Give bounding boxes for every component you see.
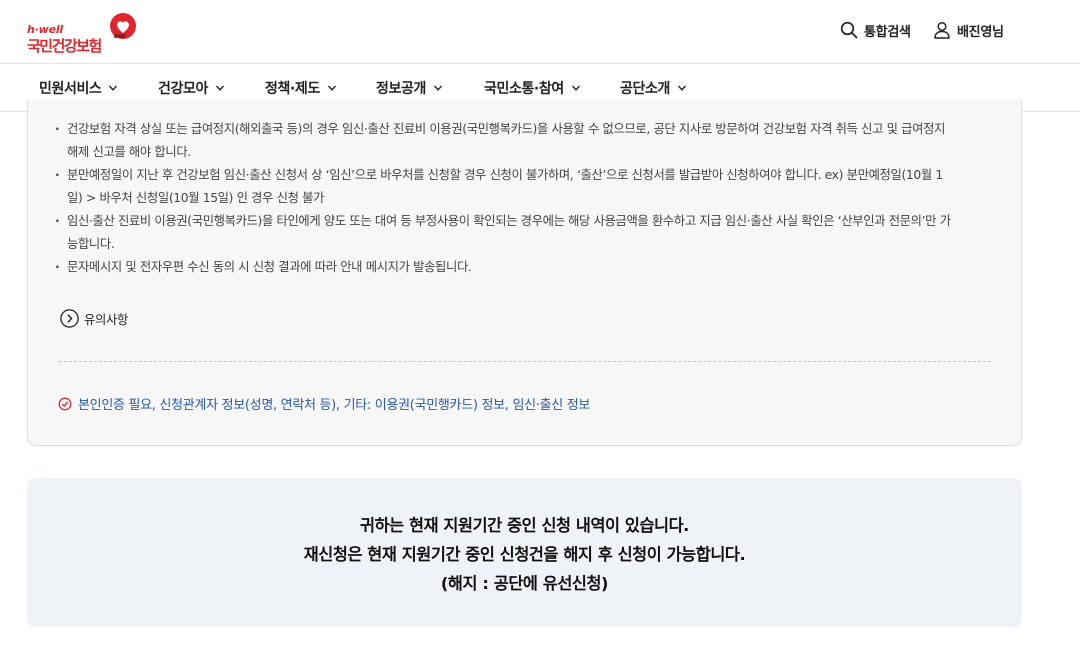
application-status-alert: 귀하는 현재 지원기간 중인 신청 내역이 있습니다. 재신청은 현재 지원기간… [27, 478, 1022, 627]
notice-text: 건강보험 자격 상실 또는 급여정지(해외출국 등)의 경우 임신·출산 진료비… [67, 122, 946, 136]
notice-text: 일) > 바우처 신청일(10월 15일) 인 경우 신청 불가 [67, 191, 325, 205]
notice-text: 문자메시지 및 전자우편 수신 동의 시 신청 결과에 따라 안내 메시지가 발… [67, 260, 472, 274]
logo-name-text: 국민건강보험 [27, 37, 102, 55]
chevron-down-icon [571, 85, 580, 91]
divider [59, 361, 991, 362]
alert-message-line: 귀하는 현재 지원기간 중인 신청 내역이 있습니다. [360, 516, 689, 535]
requirements-text: 본인인증 필요, 신청관계자 정보(성명, 연락처 등), 기타: 이용권(국민… [78, 398, 591, 413]
gnb-item-label: 정책·제도 [265, 80, 320, 97]
chevron-down-icon [677, 85, 686, 91]
list-item: 문자메시지 및 전자우편 수신 동의 시 신청 결과에 따라 안내 메시지가 발… [55, 256, 995, 279]
notice-text: 능합니다. [67, 237, 115, 251]
chevron-down-icon [109, 85, 118, 91]
list-item: 분만예정일이 지난 후 건강보험 임신·출산 신청서 상 ‘임신’으로 바우처를… [55, 164, 995, 210]
gnb-item-label: 민원서비스 [39, 80, 102, 97]
integrated-search-button[interactable]: 통합검색 [840, 20, 911, 40]
notice-text: 분만예정일이 지난 후 건강보험 임신·출산 신청서 상 ‘임신’으로 바우처를… [67, 168, 943, 182]
site-logo[interactable]: h·well 국민건강보험 [27, 12, 142, 56]
user-name: 배진영님 [957, 24, 1004, 40]
user-menu-button[interactable]: 배진영님 [933, 20, 1004, 40]
gnb-item-label: 국민소통·참여 [484, 80, 564, 97]
search-icon [840, 21, 858, 39]
notice-text: 임신·출산 진료비 이용권(국민행복카드)을 타인에게 양도 또는 대여 등 부… [67, 214, 951, 228]
requirements-info: 본인인증 필요, 신청관계자 정보(성명, 연락처 등), 기타: 이용권(국민… [58, 394, 590, 413]
chevron-down-icon [433, 85, 442, 91]
gnb-item-label: 정보공개 [376, 80, 426, 97]
top-header: h·well 국민건강보험 통합검색 배진영님 [0, 0, 1080, 64]
notice-list: 건강보험 자격 상실 또는 급여정지(해외출국 등)의 경우 임신·출산 진료비… [55, 118, 995, 279]
alert-message-line: 재신청은 현재 지원기간 중인 신청건을 해지 후 신청이 가능합니다. [303, 545, 746, 564]
alert-message-line: (해지 : 공단에 유선신청) [440, 574, 609, 593]
list-item: 임신·출산 진료비 이용권(국민행복카드)을 타인에게 양도 또는 대여 등 부… [55, 210, 995, 256]
gnb-item-label: 건강모아 [158, 80, 208, 97]
chevron-down-icon [215, 85, 224, 91]
notice-text: 해제 신고를 해야 합니다. [67, 145, 191, 159]
search-label: 통합검색 [864, 24, 911, 40]
caution-link[interactable]: 유의사항 [60, 309, 128, 328]
list-item: 건강보험 자격 상실 또는 급여정지(해외출국 등)의 경우 임신·출산 진료비… [55, 118, 995, 164]
caution-label: 유의사항 [84, 312, 129, 327]
chevron-down-icon [327, 85, 336, 91]
heart-logo-icon [110, 13, 136, 39]
gnb-item-label: 공단소개 [620, 80, 670, 97]
user-icon [934, 21, 950, 39]
check-circle-icon [58, 397, 72, 410]
circle-arrow-right-icon [60, 309, 79, 328]
